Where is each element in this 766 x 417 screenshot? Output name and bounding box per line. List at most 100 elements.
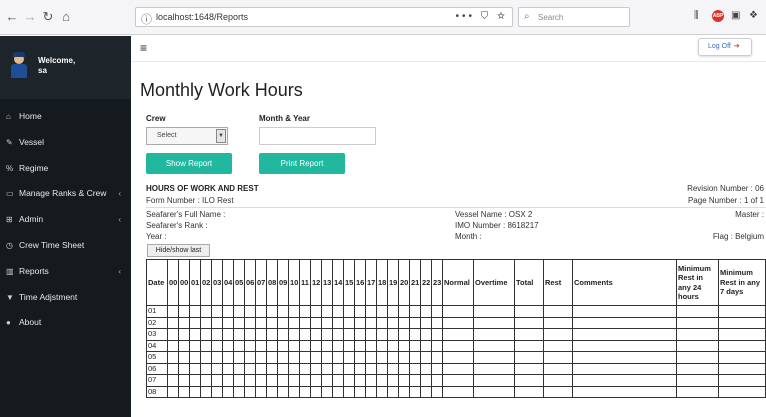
table-row: 06 xyxy=(146,362,766,375)
table-cell xyxy=(211,339,223,352)
table-cell xyxy=(233,316,245,329)
table-cell xyxy=(332,339,344,352)
table-cell xyxy=(321,316,333,329)
user-icon: ● xyxy=(6,318,11,328)
sidebar-item-label: Time Adjstment xyxy=(19,291,78,302)
table-cell xyxy=(277,305,289,318)
home-icon[interactable]: ⌂ xyxy=(58,9,74,25)
reload-icon[interactable]: ↻ xyxy=(40,9,56,25)
sidebar-item-admin[interactable]: ⊞ Admin ‹ xyxy=(0,207,131,233)
sidebar-item-about[interactable]: ● About xyxy=(0,310,131,336)
table-cell xyxy=(514,316,544,329)
table-cell xyxy=(473,362,515,375)
hours-table: Date 00 00 01 02 03 04 05 06 07 08 09 10 11 12 13 14 15 16… xyxy=(146,259,766,398)
table-cell xyxy=(266,351,278,364)
clock-icon: ◷ xyxy=(6,240,13,250)
show-report-button[interactable]: Show Report xyxy=(146,153,232,174)
back-icon[interactable]: ← xyxy=(4,9,20,25)
table-cell xyxy=(718,374,766,387)
table-cell xyxy=(387,351,399,364)
table-cell xyxy=(277,351,289,364)
forward-icon[interactable]: → xyxy=(22,9,38,25)
extension-icon[interactable]: ❖ xyxy=(749,10,758,21)
table-cell xyxy=(255,339,267,352)
column-header: 19 xyxy=(387,259,399,306)
adblock-icon[interactable]: ABP xyxy=(712,10,724,22)
table-cell xyxy=(266,305,278,318)
page-actions-icon[interactable]: ••• ⛉ ☆ xyxy=(455,11,508,22)
logoff-button[interactable]: Log Off ➔ xyxy=(698,38,752,56)
table-cell xyxy=(409,328,421,341)
table-cell xyxy=(255,305,267,318)
table-cell xyxy=(167,328,179,341)
table-cell xyxy=(543,305,573,318)
column-header: 18 xyxy=(376,259,388,306)
home-icon: ⌂ xyxy=(6,112,11,121)
master: Master : xyxy=(735,210,764,219)
table-cell xyxy=(420,328,432,341)
table-cell xyxy=(718,305,766,318)
crew-select[interactable]: Select ▼ xyxy=(146,127,228,145)
print-report-button[interactable]: Print Report xyxy=(259,153,345,174)
column-header: 11 xyxy=(299,259,311,306)
sidebar-item-home[interactable]: ⌂ Home xyxy=(0,104,131,130)
hamburger-menu-icon[interactable]: ≡ xyxy=(140,42,147,54)
table-cell xyxy=(473,339,515,352)
table-cell xyxy=(365,385,377,398)
table-cell xyxy=(409,351,421,364)
sidebar-item-vessel[interactable]: ✎ Vessel xyxy=(0,130,131,156)
sidebar-item-regime[interactable]: % Regime xyxy=(0,156,131,182)
table-cell xyxy=(189,374,201,387)
table-cell xyxy=(572,316,677,329)
table-cell xyxy=(233,351,245,364)
sidebar-toggle-icon[interactable]: ▣ xyxy=(731,10,740,21)
table-cell xyxy=(277,385,289,398)
table-cell xyxy=(676,339,719,352)
hide-show-last-button[interactable]: Hide/show last xyxy=(147,244,210,257)
column-header: 09 xyxy=(277,259,289,306)
table-cell xyxy=(543,316,573,329)
browser-search-input[interactable]: ⌕ Search xyxy=(518,7,630,27)
edit-icon: ✎ xyxy=(6,137,13,147)
table-cell xyxy=(543,385,573,398)
seafarer-rank: Seafarer's Rank : xyxy=(146,221,208,230)
table-cell xyxy=(167,374,179,387)
table-cell xyxy=(543,374,573,387)
month-year-input[interactable] xyxy=(259,127,376,145)
table-cell xyxy=(365,374,377,387)
column-header: Comments xyxy=(572,259,677,306)
table-cell xyxy=(343,305,355,318)
table-cell xyxy=(387,316,399,329)
library-icon[interactable]: ⫼ xyxy=(694,10,699,21)
sidebar-item-reports[interactable]: ▥ Reports ‹ xyxy=(0,259,131,285)
address-bar[interactable]: ⓘ localhost:1648/Reports ••• ⛉ ☆ xyxy=(135,7,513,27)
sidebar-item-time-adjustment[interactable]: ▼ Time Adjstment xyxy=(0,285,131,311)
table-cell xyxy=(718,316,766,329)
table-cell xyxy=(376,339,388,352)
table-cell xyxy=(211,316,223,329)
report-heading: HOURS OF WORK AND REST xyxy=(146,184,259,193)
table-row: 01 xyxy=(146,305,766,318)
sidebar-item-manage-ranks-crew[interactable]: ▭ Manage Ranks & Crew ‹ xyxy=(0,181,131,207)
table-cell xyxy=(387,328,399,341)
table-cell xyxy=(310,305,322,318)
table-cell xyxy=(473,305,515,318)
table-cell xyxy=(310,374,322,387)
column-header: 00 xyxy=(167,259,179,306)
table-cell xyxy=(288,351,300,364)
column-header: 15 xyxy=(343,259,355,306)
table-cell xyxy=(442,328,474,341)
sidebar-item-crew-time-sheet[interactable]: ◷ Crew Time Sheet xyxy=(0,233,131,259)
column-header: 21 xyxy=(409,259,421,306)
table-cell xyxy=(321,305,333,318)
table-cell xyxy=(354,374,366,387)
column-header: Total xyxy=(514,259,544,306)
table-cell xyxy=(244,362,256,375)
info-icon[interactable]: ⓘ xyxy=(141,11,152,27)
table-cell xyxy=(442,316,474,329)
table-cell xyxy=(420,339,432,352)
percent-icon: % xyxy=(6,163,14,173)
column-header: 23 xyxy=(431,259,443,306)
table-cell xyxy=(321,339,333,352)
table-cell xyxy=(442,339,474,352)
